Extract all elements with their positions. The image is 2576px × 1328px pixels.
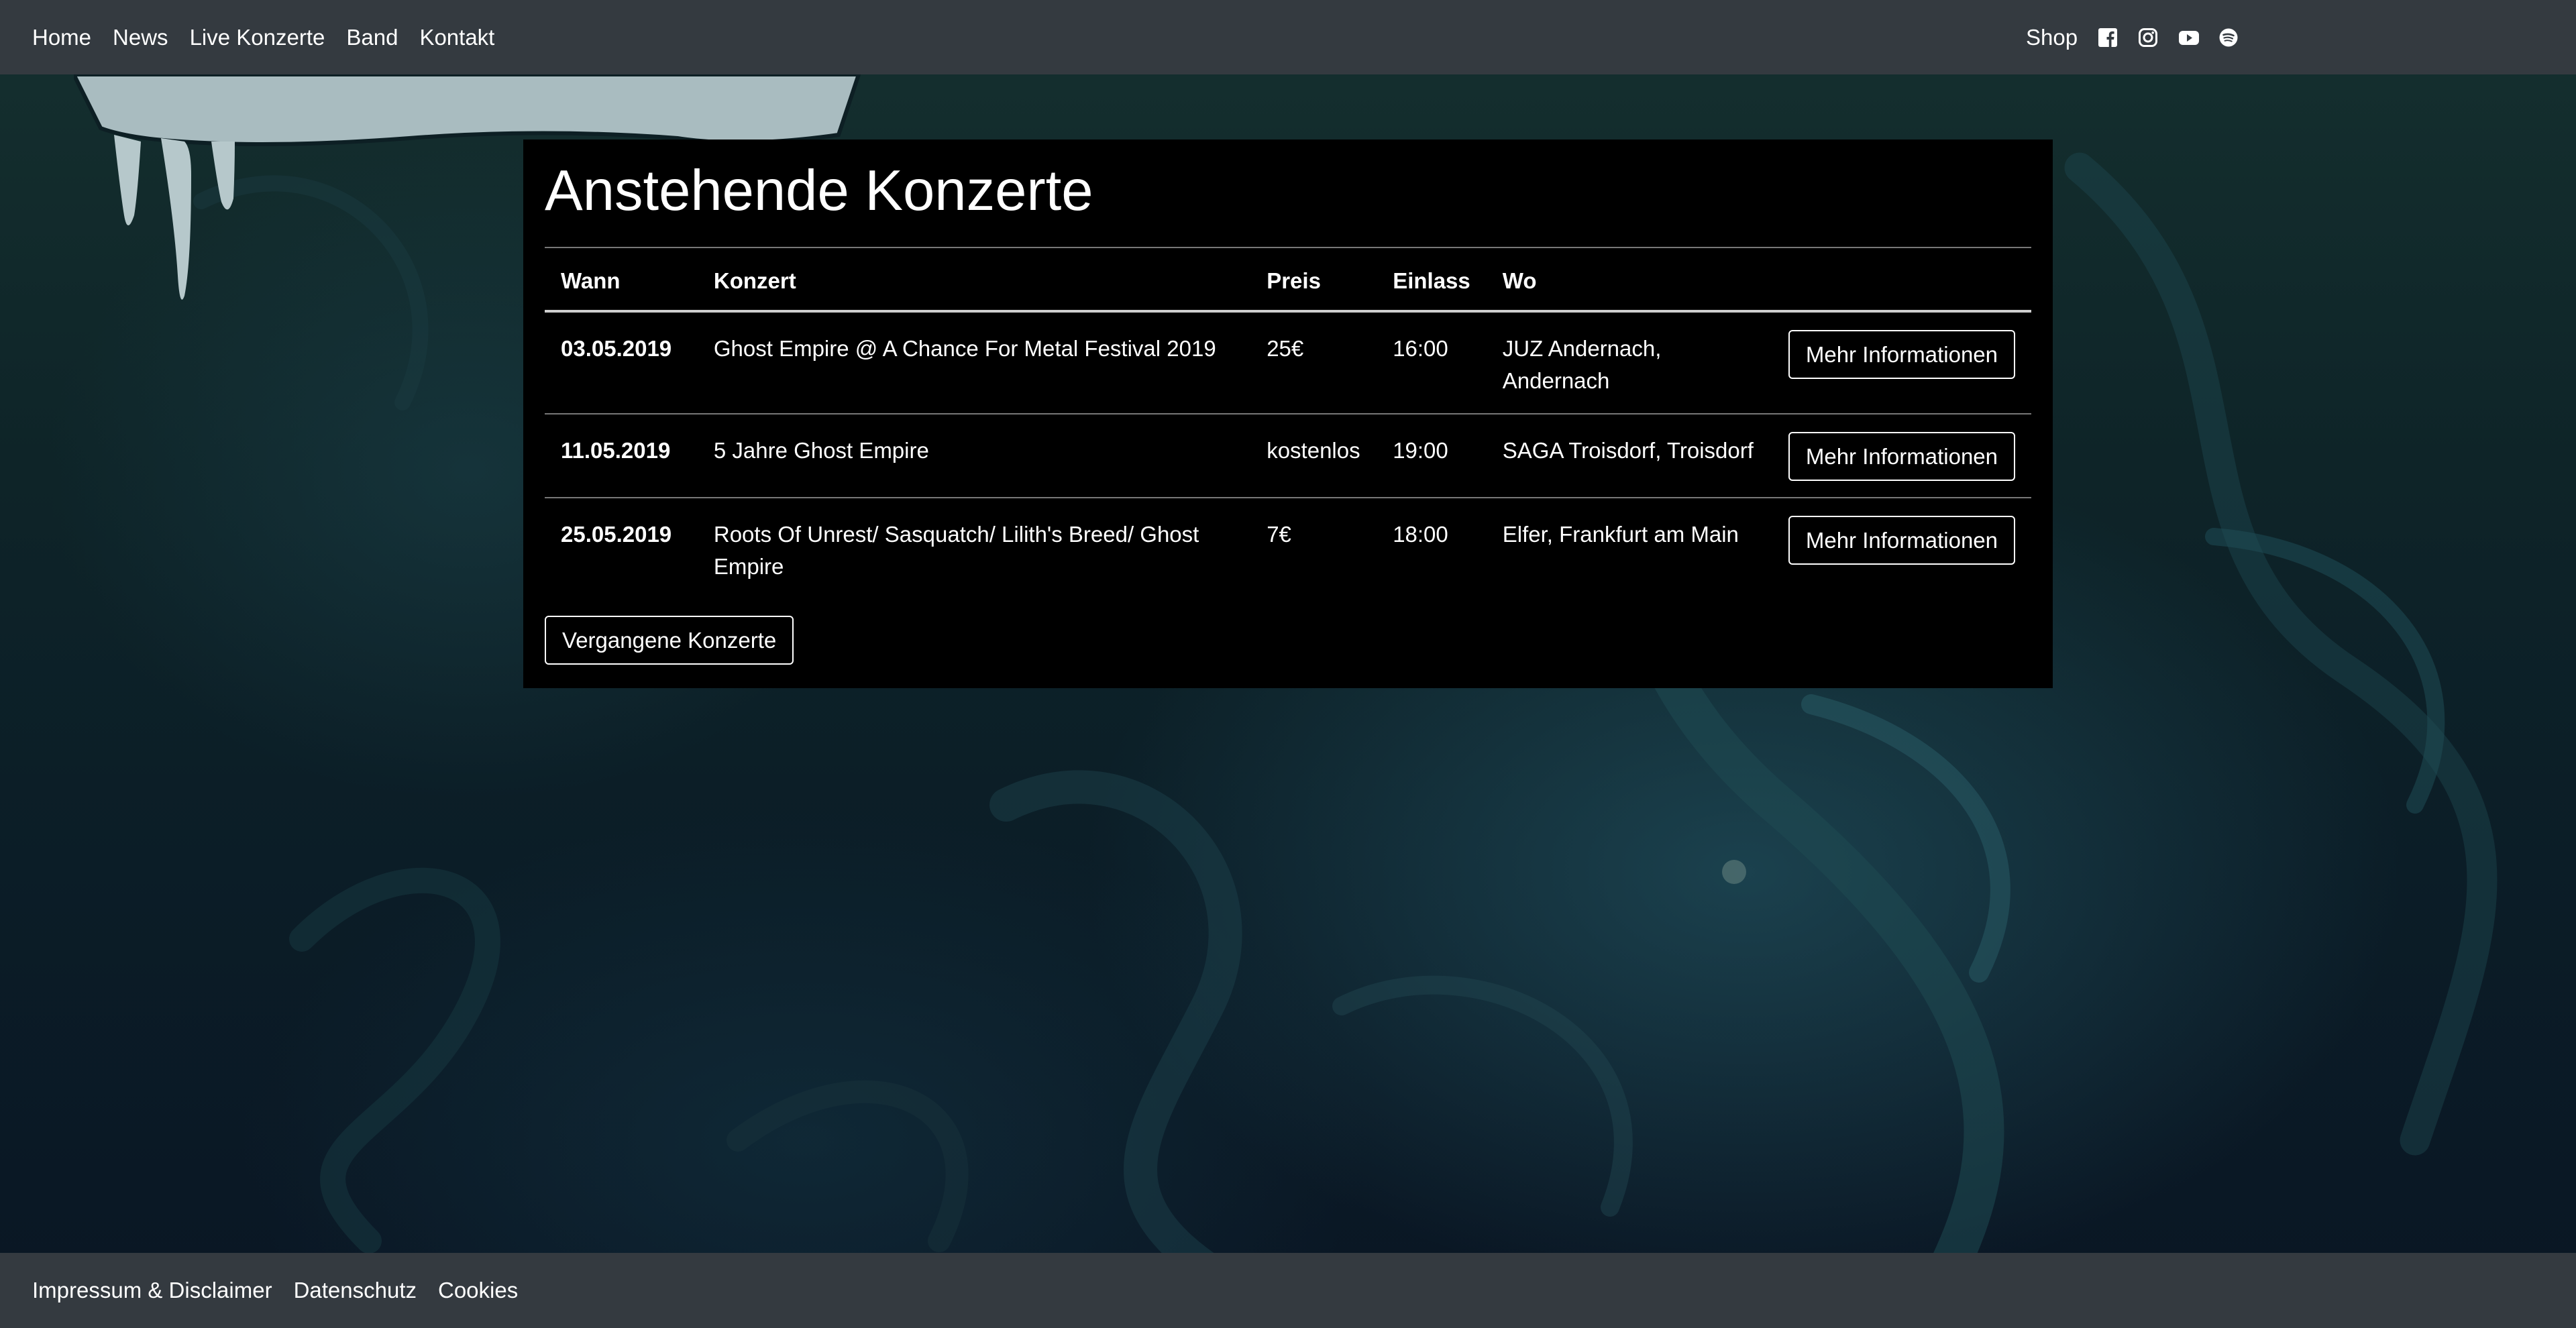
concert-entry-time: 18:00 (1377, 497, 1487, 599)
more-info-button[interactable]: Mehr Informationen (1788, 330, 2015, 379)
main-nav: Home News Live Konzerte Band Kontakt (32, 0, 494, 74)
instagram-icon[interactable] (2138, 27, 2158, 48)
concerts-table: Wann Konzert Preis Einlass Wo 03.05.2019… (545, 247, 2031, 599)
concert-price: 25€ (1267, 336, 1304, 361)
row-actions: Mehr Informationen (1772, 497, 2031, 599)
more-info-button[interactable]: Mehr Informationen (1788, 432, 2015, 481)
facebook-icon[interactable] (2098, 27, 2118, 48)
footer-nav: Impressum & Disclaimer Datenschutz Cooki… (32, 1253, 518, 1328)
row-actions: Mehr Informationen (1772, 413, 2031, 498)
table-row: 25.05.2019 Roots Of Unrest/ Sasquatch/ L… (545, 497, 2031, 599)
column-header-wann: Wann (545, 247, 698, 313)
concert-entry-time: 16:00 (1393, 336, 1448, 361)
concert-location: Elfer, Frankfurt am Main (1486, 497, 1772, 599)
concert-date: 25.05.2019 (545, 497, 698, 599)
concert-title: 5 Jahre Ghost Empire (697, 413, 1251, 498)
nav-news[interactable]: News (113, 25, 168, 50)
concert-location: JUZ Andernach, Andernach (1502, 336, 1662, 393)
nav-kontakt[interactable]: Kontakt (419, 25, 494, 50)
concert-entry-time: 19:00 (1377, 413, 1487, 498)
concert-price: 7€ (1250, 497, 1377, 599)
concert-title: Ghost Empire @ A Chance For Metal Festiv… (713, 336, 1216, 361)
concerts-panel: Anstehende Konzerte Wann Konzert Preis E… (523, 140, 2053, 688)
spotify-icon[interactable] (2218, 27, 2239, 48)
footer-link-cookies[interactable]: Cookies (438, 1278, 518, 1303)
column-header-wo: Wo (1486, 247, 1772, 313)
row-actions: Mehr Informationen (1772, 311, 2031, 414)
footer-link-impressum[interactable]: Impressum & Disclaimer (32, 1278, 272, 1303)
concert-location: SAGA Troisdorf, Troisdorf (1486, 413, 1772, 498)
nav-band[interactable]: Band (346, 25, 398, 50)
nav-home[interactable]: Home (32, 25, 91, 50)
table-row: 11.05.2019 5 Jahre Ghost Empire kostenlo… (545, 413, 2031, 498)
past-concerts-button[interactable]: Vergangene Konzerte (545, 616, 794, 665)
table-header-row: Wann Konzert Preis Einlass Wo (545, 247, 2031, 313)
column-header-preis: Preis (1250, 247, 1377, 313)
footer: Impressum & Disclaimer Datenschutz Cooki… (0, 1253, 2576, 1328)
column-header-actions (1772, 247, 2031, 313)
top-navbar: Home News Live Konzerte Band Kontakt Sho… (0, 0, 2576, 74)
concert-date: 03.05.2019 (561, 336, 672, 361)
table-row: 03.05.2019 Ghost Empire @ A Chance For M… (545, 311, 2031, 414)
column-header-einlass: Einlass (1377, 247, 1487, 313)
nav-shop[interactable]: Shop (2026, 25, 2078, 50)
column-header-konzert: Konzert (697, 247, 1251, 313)
more-info-button[interactable]: Mehr Informationen (1788, 516, 2015, 565)
nav-live-konzerte[interactable]: Live Konzerte (190, 25, 325, 50)
page-title: Anstehende Konzerte (545, 159, 1093, 223)
concert-title: Roots Of Unrest/ Sasquatch/ Lilith's Bre… (697, 497, 1251, 599)
concert-price: kostenlos (1250, 413, 1377, 498)
footer-link-datenschutz[interactable]: Datenschutz (294, 1278, 417, 1303)
social-nav: Shop (2026, 0, 2239, 74)
concert-date: 11.05.2019 (545, 413, 698, 498)
youtube-icon[interactable] (2178, 27, 2200, 48)
